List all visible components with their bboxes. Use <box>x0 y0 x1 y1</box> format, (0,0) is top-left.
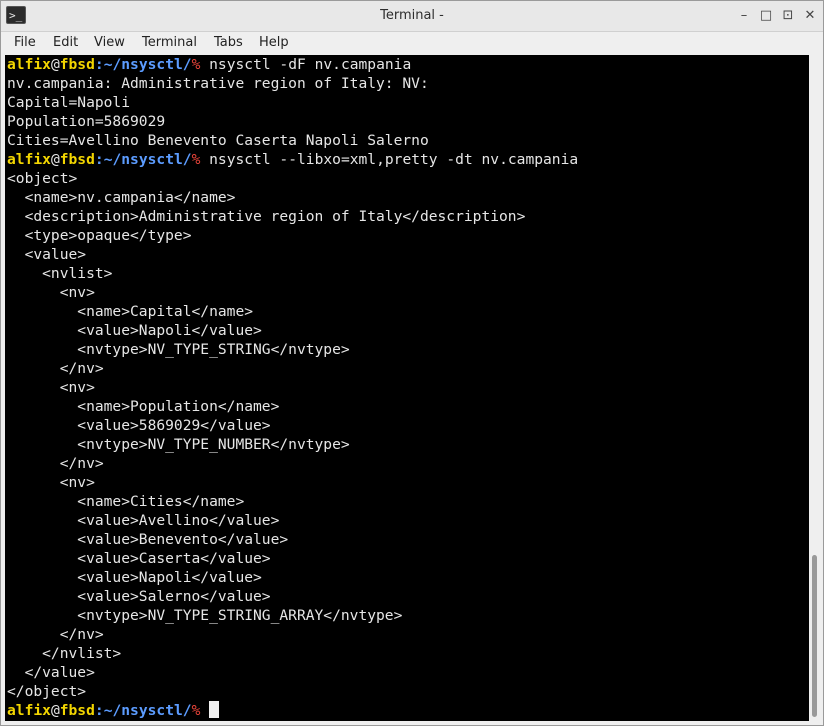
output-line: <description>Administrative region of It… <box>7 208 526 225</box>
output-line: Population=5869029 <box>7 113 166 130</box>
scrollbar[interactable] <box>809 55 822 721</box>
maximize-button[interactable]: ⊡ <box>780 8 796 24</box>
output-line: <type>opaque</type> <box>7 227 192 244</box>
menu-edit[interactable]: Edit <box>53 32 78 54</box>
prompt-at: @ <box>50 702 60 719</box>
prompt-at: @ <box>50 56 60 73</box>
output-line: Capital=Napoli <box>7 94 131 111</box>
output-line: <object> <box>7 170 78 187</box>
text-cursor <box>209 701 220 718</box>
prompt-host: fbsd <box>59 56 95 73</box>
terminal-output[interactable]: alfix@fbsd:~/nsysctl/% nsysctl -dF nv.ca… <box>5 55 809 721</box>
output-line: <nvlist> <box>7 265 113 282</box>
output-line: <nv> <box>7 379 95 396</box>
prompt-at: @ <box>50 151 60 168</box>
output-line: <name>Cities</name> <box>7 493 245 510</box>
prompt-path: ~/nsysctl/ <box>103 56 192 73</box>
output-line: <value>Benevento</value> <box>7 531 289 548</box>
menu-tabs[interactable]: Tabs <box>214 32 243 54</box>
output-line: </nvlist> <box>7 645 122 662</box>
title-bar[interactable]: >_ Terminal - – □ ⊡ ✕ <box>1 1 823 32</box>
command-text: nsysctl -dF nv.campania <box>200 56 412 73</box>
prompt-path: ~/nsysctl/ <box>103 151 192 168</box>
output-line: <nvtype>NV_TYPE_NUMBER</nvtype> <box>7 436 350 453</box>
prompt-line: alfix@fbsd:~/nsysctl/% nsysctl --libxo=x… <box>7 150 578 169</box>
prompt-user: alfix <box>7 702 51 719</box>
menu-bar: File Edit View Terminal Tabs Help <box>1 32 823 54</box>
prompt-user: alfix <box>7 56 51 73</box>
output-line: <value>Napoli</value> <box>7 322 262 339</box>
output-line: <value>Salerno</value> <box>7 588 271 605</box>
scrollbar-thumb[interactable] <box>812 555 817 717</box>
output-line: </nv> <box>7 626 104 643</box>
output-line: <name>nv.campania</name> <box>7 189 236 206</box>
output-line: nv.campania: Administrative region of It… <box>7 75 429 92</box>
output-line: <nv> <box>7 284 95 301</box>
prompt-host: fbsd <box>59 702 95 719</box>
prompt-separator: : <box>94 56 104 73</box>
output-line: </nv> <box>7 455 104 472</box>
output-line: </nv> <box>7 360 104 377</box>
prompt-separator: : <box>94 151 104 168</box>
window-title: Terminal - <box>380 8 444 23</box>
prompt-line: alfix@fbsd:~/nsysctl/% <box>7 701 220 720</box>
output-line: <nvtype>NV_TYPE_STRING</nvtype> <box>7 341 350 358</box>
prompt-host: fbsd <box>59 151 95 168</box>
menu-terminal[interactable]: Terminal <box>142 32 197 54</box>
restore-button[interactable]: □ <box>758 8 774 24</box>
menu-file[interactable]: File <box>14 32 36 54</box>
output-line: <name>Capital</name> <box>7 303 254 320</box>
menu-help[interactable]: Help <box>259 32 289 54</box>
output-line: <value>Napoli</value> <box>7 569 262 586</box>
output-line: <value>5869029</value> <box>7 417 271 434</box>
menu-view[interactable]: View <box>94 32 125 54</box>
terminal-window: >_ Terminal - – □ ⊡ ✕ File Edit View Ter… <box>0 0 824 726</box>
command-text <box>200 702 209 719</box>
output-line: <value> <box>7 246 87 263</box>
minimize-button[interactable]: – <box>736 8 752 24</box>
output-line: </object> <box>7 683 87 700</box>
output-line: <nvtype>NV_TYPE_STRING_ARRAY</nvtype> <box>7 607 403 624</box>
output-line: </value> <box>7 664 95 681</box>
output-line: <value>Avellino</value> <box>7 512 280 529</box>
output-line: <name>Population</name> <box>7 398 280 415</box>
close-button[interactable]: ✕ <box>802 8 818 24</box>
prompt-path: ~/nsysctl/ <box>103 702 192 719</box>
prompt-line: alfix@fbsd:~/nsysctl/% nsysctl -dF nv.ca… <box>7 55 411 74</box>
prompt-separator: : <box>94 702 104 719</box>
output-line: Cities=Avellino Benevento Caserta Napoli… <box>7 132 429 149</box>
command-text: nsysctl --libxo=xml,pretty -dt nv.campan… <box>200 151 579 168</box>
output-line: <nv> <box>7 474 95 491</box>
prompt-user: alfix <box>7 151 51 168</box>
output-line: <value>Caserta</value> <box>7 550 271 567</box>
